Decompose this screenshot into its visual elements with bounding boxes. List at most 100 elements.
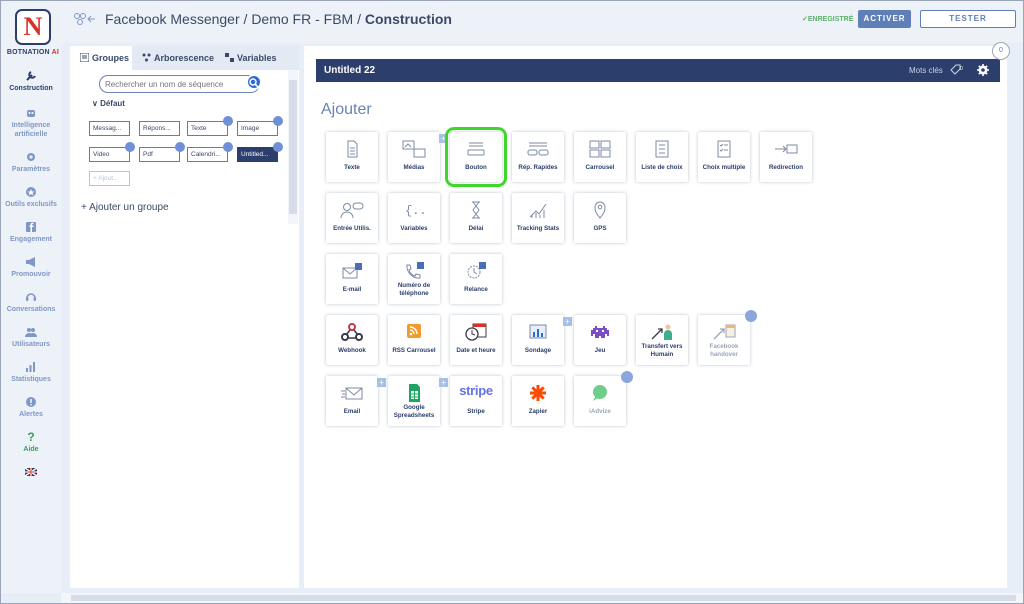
breadcrumb: Facebook Messenger / Demo FR - FBM / Con… <box>105 11 452 27</box>
svg-text:{..}: {..} <box>405 204 426 218</box>
card-sondage[interactable]: Sondage + <box>512 315 572 365</box>
plus-icon: + <box>81 202 90 213</box>
quick-replies-icon <box>527 142 549 156</box>
sequence-item[interactable]: Video <box>89 147 130 162</box>
notification-counter[interactable]: 0 <box>992 42 1010 60</box>
plus-icon[interactable]: + <box>563 317 572 326</box>
link-icon <box>125 142 135 152</box>
flow-back-icon[interactable] <box>73 12 97 26</box>
tab-arborescence[interactable]: Arborescence <box>132 46 215 70</box>
card-e-mail[interactable]: E-mail <box>326 254 378 304</box>
sheets-icon <box>409 384 420 402</box>
card-rss-carrousel[interactable]: RSS Carrousel <box>388 315 440 365</box>
nav-language[interactable] <box>1 466 61 480</box>
plus-icon[interactable]: + <box>377 378 386 387</box>
alert-icon <box>26 397 36 407</box>
card-bouton[interactable]: Bouton <box>445 127 507 187</box>
list-icon <box>80 53 89 62</box>
plus-icon[interactable]: + <box>439 378 448 387</box>
test-button[interactable]: TESTER <box>920 10 1016 28</box>
card-stripe[interactable]: stripe Stripe <box>450 376 502 426</box>
sequence-item[interactable]: Pdf <box>139 147 180 162</box>
card-texte[interactable]: Texte <box>326 132 378 182</box>
list-icon <box>655 140 669 158</box>
settings-gear-icon[interactable] <box>977 64 989 76</box>
link-icon <box>273 142 283 152</box>
card-delai[interactable]: Délai <box>450 193 502 243</box>
search-icon[interactable] <box>246 74 262 90</box>
card-numero-telephone[interactable]: Numéro de téléphone <box>388 254 440 304</box>
card-google-spreadsheets[interactable]: Google Spreadsheets + <box>388 376 448 426</box>
card-relance[interactable]: Relance <box>450 254 502 304</box>
card-choix-multiple[interactable]: Choix multiple <box>698 132 750 182</box>
nav-parametres[interactable]: Paramètres <box>1 151 61 174</box>
variables-icon: {..} <box>405 204 426 218</box>
card-variables[interactable]: {..} Variables <box>388 193 440 243</box>
sequence-title[interactable]: Untitled 22 <box>324 65 375 76</box>
link-icon <box>273 116 283 126</box>
gps-icon <box>594 201 606 219</box>
activate-button[interactable]: ACTIVER <box>858 10 911 28</box>
tab-variables[interactable]: Variables <box>215 46 299 70</box>
sequence-item[interactable]: Messag... <box>89 121 130 136</box>
sequence-item[interactable]: Calendri... <box>187 147 228 162</box>
nav-conversations[interactable]: Conversations <box>1 291 61 314</box>
keywords-label[interactable]: Mots clés <box>909 66 943 75</box>
add-group-button[interactable]: + Ajouter un groupe <box>81 202 169 213</box>
email-icon <box>341 387 363 400</box>
nav-outils-exclusifs[interactable]: Outils exclusifs <box>1 186 61 209</box>
sequence-search-input[interactable] <box>99 75 260 93</box>
zapier-icon <box>530 385 546 401</box>
breadcrumb-bot[interactable]: Demo FR - FBM <box>251 11 353 27</box>
sequence-sidebar: Groupes Arborescence Variables ∨ Défaut … <box>70 46 299 588</box>
horizontal-scrollbar[interactable] <box>61 593 1023 603</box>
nav-intelligence-artificielle[interactable]: Intelligence artificielle <box>1 107 61 139</box>
link-icon <box>175 142 185 152</box>
nav-statistiques[interactable]: Statistiques <box>1 361 61 384</box>
nav-aide[interactable]: ? Aide <box>1 431 61 454</box>
card-medias[interactable]: Médias + <box>388 132 448 182</box>
card-date-heure[interactable]: Date et heure <box>450 315 502 365</box>
botnation-logo[interactable]: N <box>15 9 51 45</box>
headset-icon <box>26 293 36 301</box>
card-webhook[interactable]: Webhook <box>326 315 378 365</box>
breadcrumb-current: Construction <box>364 11 452 27</box>
sequence-item[interactable]: Répons... <box>139 121 180 136</box>
logo-wordmark: BOTNATION AI <box>6 49 60 56</box>
facebook-icon <box>26 222 36 232</box>
calendar-clock-icon <box>465 323 487 341</box>
nav-alertes[interactable]: Alertes <box>1 396 61 419</box>
multi-choice-icon <box>717 140 731 158</box>
sequence-item[interactable]: Image <box>237 121 278 136</box>
group-default[interactable]: ∨ Défaut <box>92 99 125 108</box>
nav-promouvoir[interactable]: Promouvoir <box>1 256 61 279</box>
media-icon <box>402 140 426 158</box>
card-liste-de-choix[interactable]: Liste de choix <box>636 132 688 182</box>
uk-flag-icon <box>25 467 37 477</box>
add-heading: Ajouter <box>321 101 372 118</box>
card-email[interactable]: Email + <box>326 376 386 426</box>
sidebar-scrollbar[interactable] <box>288 70 298 224</box>
card-transfert-humain[interactable]: Transfert vers Humain <box>636 315 688 365</box>
sequence-item[interactable]: Texte <box>187 121 228 136</box>
tab-groupes[interactable]: Groupes <box>70 46 132 70</box>
link-icon <box>223 142 233 152</box>
nav-utilisateurs[interactable]: Utilisateurs <box>1 326 61 349</box>
card-iadvize[interactable]: iAdvize <box>574 371 633 426</box>
nav-construction[interactable]: Construction <box>1 70 61 93</box>
card-facebook-handover[interactable]: Facebook handover <box>698 310 757 365</box>
breadcrumb-channel[interactable]: Facebook Messenger <box>105 11 240 27</box>
card-jeu[interactable]: Jeu <box>574 315 626 365</box>
card-entree-utilis[interactable]: Entrée Utilis. <box>326 193 378 243</box>
plus-icon[interactable]: + <box>439 134 448 143</box>
card-gps[interactable]: GPS <box>574 193 626 243</box>
card-rep-rapides[interactable]: Rép. Rapides <box>512 132 564 182</box>
card-carrousel[interactable]: Carrousel <box>574 132 626 182</box>
add-sequence-button[interactable]: + Ajout... <box>89 171 130 186</box>
keywords-tag-icon[interactable]: 0 <box>950 64 964 76</box>
nav-engagement[interactable]: Engagement <box>1 221 61 244</box>
card-tracking-stats[interactable]: Tracking Stats <box>512 193 564 243</box>
sequence-item-active[interactable]: Untitled... <box>237 147 278 162</box>
card-zapier[interactable]: Zapier <box>512 376 564 426</box>
card-redirection[interactable]: Redirection <box>760 132 812 182</box>
